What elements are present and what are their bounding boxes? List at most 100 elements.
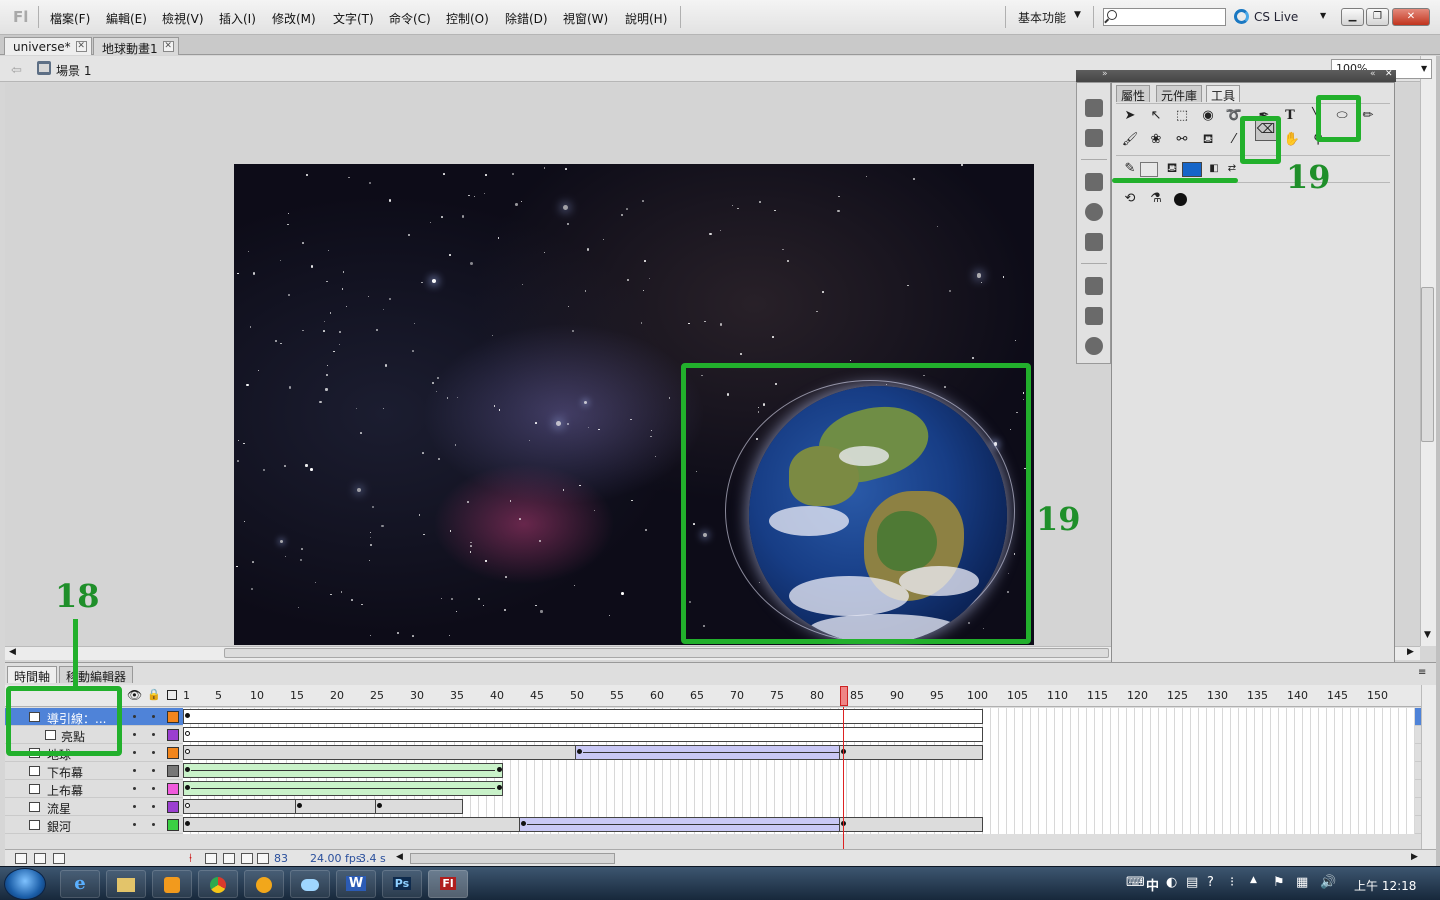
frame-span[interactable] bbox=[183, 709, 983, 724]
hand-tool-icon[interactable]: ✋ bbox=[1282, 130, 1302, 150]
keyframe[interactable] bbox=[377, 803, 382, 808]
expand-panels-icon[interactable]: » bbox=[1102, 69, 1108, 79]
menu-view[interactable]: 檢視(V) bbox=[162, 10, 204, 27]
menu-window[interactable]: 視窗(W) bbox=[563, 10, 608, 27]
tab-motion-editor[interactable]: 移動編輯器 bbox=[59, 666, 134, 684]
faucet-icon[interactable]: ⚗ bbox=[1146, 189, 1166, 209]
keyframe[interactable] bbox=[497, 767, 502, 772]
scroll-right-icon[interactable]: ▶ bbox=[1407, 647, 1414, 657]
tab-earth-animation[interactable]: 地球動畫1 ✕ bbox=[93, 37, 179, 56]
new-folder-icon[interactable] bbox=[34, 853, 46, 864]
motion-presets-icon[interactable] bbox=[1085, 337, 1103, 355]
menu-modify[interactable]: 修改(M) bbox=[272, 10, 316, 27]
layer-row[interactable]: 流星 bbox=[5, 798, 1421, 816]
lock-toggle[interactable] bbox=[152, 787, 155, 790]
free-transform-tool-icon[interactable]: ⬚ bbox=[1172, 106, 1192, 126]
menu-insert[interactable]: 插入(I) bbox=[219, 10, 256, 27]
lock-toggle[interactable] bbox=[152, 769, 155, 772]
taskbar-flash[interactable]: Fl bbox=[428, 870, 468, 898]
visibility-toggle[interactable] bbox=[133, 823, 136, 826]
ime-settings-icon[interactable]: ▤ bbox=[1186, 875, 1198, 890]
collapse-panels-icon[interactable]: « bbox=[1370, 69, 1376, 79]
3d-rotation-tool-icon[interactable]: ◉ bbox=[1198, 106, 1218, 126]
keyframe[interactable] bbox=[297, 803, 302, 808]
menu-debug[interactable]: 除錯(D) bbox=[505, 10, 548, 27]
lock-toggle[interactable] bbox=[152, 751, 155, 754]
scroll-left-icon[interactable]: ◀ bbox=[396, 852, 403, 862]
tray-options-icon[interactable]: ⁝ bbox=[1230, 875, 1234, 890]
stage-horizontal-scroll-thumb[interactable] bbox=[224, 648, 1109, 658]
scroll-down-icon[interactable]: ▼ bbox=[1424, 630, 1431, 640]
layer-outline-color[interactable] bbox=[167, 819, 179, 831]
flag-icon[interactable]: ⚑ bbox=[1273, 875, 1285, 890]
layer-row[interactable]: 上布幕 bbox=[5, 780, 1421, 798]
pencil-tool-icon[interactable]: ✏ bbox=[1358, 106, 1378, 126]
taskbar-chrome[interactable] bbox=[198, 870, 238, 898]
menu-text[interactable]: 文字(T) bbox=[333, 10, 374, 27]
stroke-color-swatch[interactable] bbox=[1140, 162, 1158, 177]
workspace-dropdown-icon[interactable]: ▼ bbox=[1074, 10, 1081, 20]
layer-row[interactable]: 亮點 bbox=[5, 726, 1421, 744]
onion-skin-icon[interactable] bbox=[205, 853, 217, 864]
current-frame[interactable]: 83 bbox=[274, 852, 288, 865]
visibility-toggle[interactable] bbox=[133, 733, 136, 736]
new-layer-icon[interactable] bbox=[15, 853, 27, 864]
timeline-horizontal-scroll-thumb[interactable] bbox=[410, 853, 615, 864]
deco-tool-icon[interactable]: ❀ bbox=[1146, 130, 1166, 150]
keyframe[interactable] bbox=[185, 821, 190, 826]
components-panel-icon[interactable] bbox=[1085, 307, 1103, 325]
frame-rate[interactable]: 24.00 fps bbox=[310, 852, 362, 865]
layer-row[interactable]: 下布幕 bbox=[5, 762, 1421, 780]
layer-outline-color[interactable] bbox=[167, 765, 179, 777]
taskbar-app[interactable] bbox=[290, 870, 330, 898]
lock-toggle[interactable] bbox=[152, 805, 155, 808]
layer-row[interactable]: 地球 bbox=[5, 744, 1421, 762]
layer-outline-color[interactable] bbox=[167, 801, 179, 813]
empty-keyframe[interactable] bbox=[185, 749, 190, 754]
visibility-toggle[interactable] bbox=[133, 715, 136, 718]
timeline-vertical-scrollbar[interactable] bbox=[1421, 685, 1436, 849]
taskbar-word[interactable]: W bbox=[336, 870, 376, 898]
zoom-dropdown-icon[interactable]: ▼ bbox=[1421, 64, 1427, 73]
edit-multiple-frames-icon[interactable] bbox=[241, 853, 253, 864]
help-search-input[interactable] bbox=[1103, 8, 1226, 26]
keyframe[interactable] bbox=[185, 767, 190, 772]
selection-tool-icon[interactable]: ➤ bbox=[1120, 106, 1140, 126]
layer-outline-color[interactable] bbox=[167, 729, 179, 741]
text-tool-icon[interactable]: T bbox=[1280, 106, 1300, 126]
fill-color-swatch[interactable] bbox=[1182, 162, 1202, 177]
transform-panel-icon[interactable] bbox=[1085, 233, 1103, 251]
frame-ruler[interactable]: 👁 🔒 1 5 10 15 20 25 30 35 40 45 50 55 60 65 70 75 80 85 90… bbox=[5, 685, 1421, 707]
eraser-mode-icon[interactable]: ⟲ bbox=[1120, 189, 1140, 209]
minimize-button[interactable]: ▁ bbox=[1341, 8, 1364, 26]
empty-keyframe[interactable] bbox=[185, 803, 190, 808]
ime-fullwidth-icon[interactable]: ◐ bbox=[1166, 875, 1177, 890]
tab-timeline[interactable]: 時間軸 bbox=[7, 666, 58, 684]
close-tab-icon[interactable]: ✕ bbox=[162, 41, 174, 52]
lock-toggle[interactable] bbox=[152, 715, 155, 718]
tab-tools[interactable]: 工具 bbox=[1206, 85, 1241, 103]
lock-toggle[interactable] bbox=[152, 733, 155, 736]
panel-title-bar[interactable]: » « ✕ bbox=[1076, 69, 1396, 82]
frame-cells[interactable] bbox=[183, 708, 1415, 726]
actions-panel-icon[interactable] bbox=[1085, 277, 1103, 295]
layer-row[interactable]: 導引線：... bbox=[5, 708, 1421, 726]
close-window-button[interactable]: ✕ bbox=[1392, 8, 1430, 26]
workspace-switcher[interactable]: 基本功能 bbox=[1018, 9, 1066, 26]
frame-cells[interactable] bbox=[183, 726, 1415, 744]
color-panel-icon[interactable] bbox=[1085, 99, 1103, 117]
frame-span[interactable] bbox=[839, 745, 983, 760]
keyframe[interactable] bbox=[185, 785, 190, 790]
ime-indicator[interactable]: 中 bbox=[1146, 875, 1159, 894]
cs-live-button[interactable]: CS Live bbox=[1254, 10, 1298, 24]
tab-properties[interactable]: 屬性 bbox=[1116, 85, 1151, 103]
frame-span[interactable] bbox=[183, 799, 303, 814]
frame-span[interactable] bbox=[183, 817, 527, 832]
swatches-panel-icon[interactable] bbox=[1085, 129, 1103, 147]
menu-help[interactable]: 說明(H) bbox=[625, 10, 667, 27]
brush-tool-icon[interactable]: 🖌 bbox=[1120, 130, 1140, 150]
layer-outline-color[interactable] bbox=[167, 783, 179, 795]
layer-row[interactable]: 銀河 bbox=[5, 816, 1421, 834]
taskbar-photoshop[interactable]: Ps bbox=[382, 870, 422, 898]
close-tab-icon[interactable]: ✕ bbox=[75, 41, 87, 52]
